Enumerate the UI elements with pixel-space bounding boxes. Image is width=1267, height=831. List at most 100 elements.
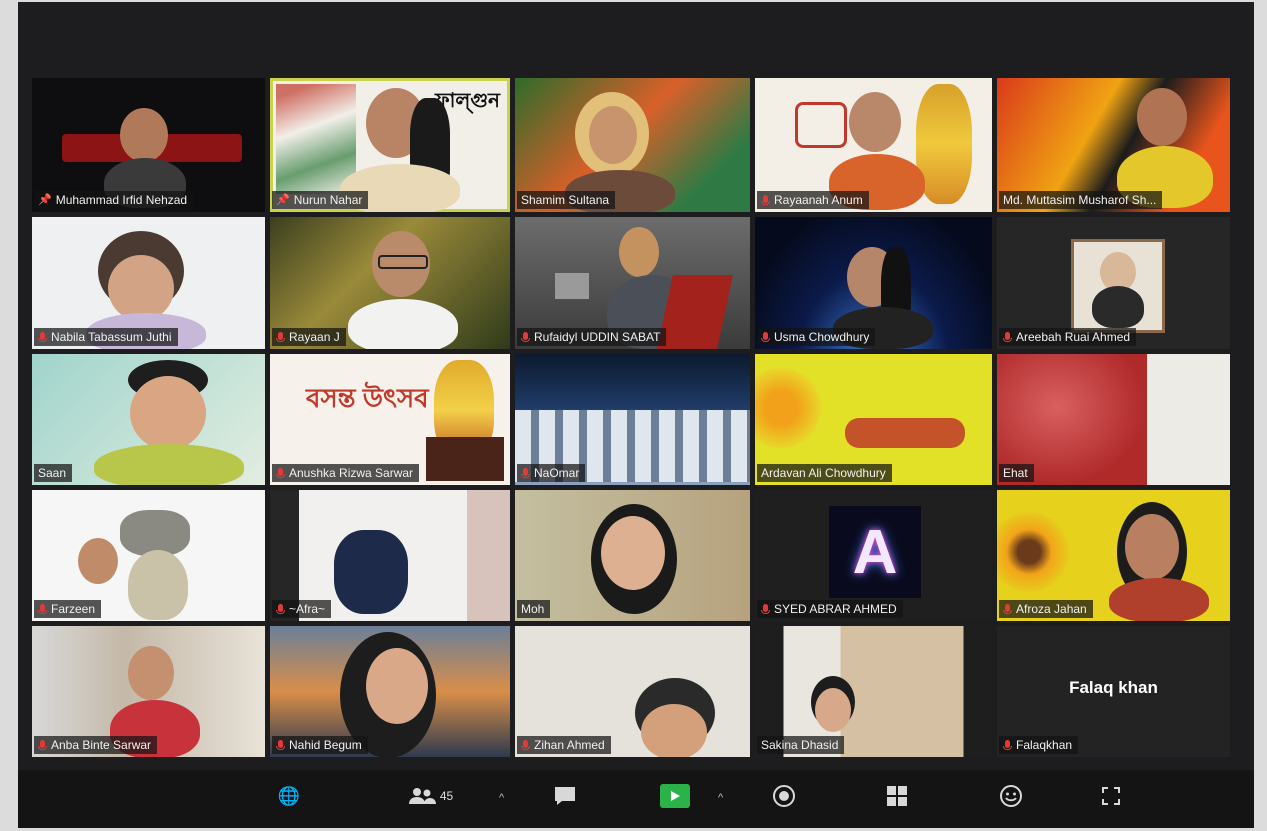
video-tile[interactable]: Rayaan J [270,217,510,349]
participant-nameplate: Rayaanah Anum [757,191,869,209]
muted-mic-icon [521,739,530,751]
muted-mic-icon [1003,603,1012,615]
participant-nameplate: Anba Binte Sarwar [34,736,158,754]
participants-count: 45 [439,789,454,803]
banner-decor [845,418,965,448]
video-tile[interactable]: 📌 Muhammad Irfid Nehzad [32,78,265,212]
participant-nameplate: Nahid Begum [272,736,368,754]
video-tile[interactable]: বসন্ত উৎসব Anushka Rizwa Sarwar [270,354,510,485]
video-tile[interactable]: Sakina Dhasid [755,626,992,757]
participant-head [120,108,168,162]
participant-body [348,299,458,349]
participant-head [78,538,118,584]
avatar-letter: A [852,517,898,587]
video-tile[interactable]: Saan [32,354,265,485]
participant-nameplate: Rayaan J [272,328,346,346]
participant-nameplate: ~Afra~ [272,600,332,618]
profile-picture [1071,239,1165,333]
fullscreen-button[interactable] [1098,784,1124,808]
muted-mic-icon [276,603,285,615]
participant-display-name: Falaq khan [1069,678,1158,697]
participant-head [128,646,174,700]
participant-nameplate: NaOmar [517,464,586,482]
participant-head [641,704,707,757]
participant-nameplate: Farzeen [34,600,102,618]
participant-nameplate: Moh [517,600,551,618]
floral-decor [276,84,356,194]
security-button[interactable]: 🌐 [276,784,302,808]
video-tile[interactable]: A SYED ABRAR AHMED [755,490,992,621]
participant-head [815,688,851,732]
participant-nameplate: Ehat [999,464,1034,482]
reactions-button[interactable] [998,784,1024,808]
globe-icon: 🌐 [277,785,301,806]
video-tile[interactable]: Rayaanah Anum [755,78,992,212]
participant-nameplate: Rufaidyl UDDIN SABAT [517,328,667,346]
participants-icon: 45 [402,784,458,808]
participant-body [94,444,244,485]
participant-nameplate: Anushka Rizwa Sarwar [272,464,420,482]
muted-mic-icon [761,331,770,343]
muted-mic-icon [276,739,285,751]
raccoon-body-decor [128,550,188,620]
muted-mic-icon [38,739,47,751]
hair [334,530,408,614]
participant-head [619,227,659,277]
record-button[interactable] [771,784,797,808]
participant-nameplate: Zihan Ahmed [517,736,611,754]
participant-nameplate: Saan [34,464,73,482]
video-tile[interactable]: Zihan Ahmed [515,626,750,757]
video-tile[interactable]: Afroza Jahan [997,490,1230,621]
participants-button[interactable]: 45 [402,784,458,808]
video-tile[interactable]: Anba Binte Sarwar [32,626,265,757]
video-tile[interactable]: Areebah Ruai Ahmed [997,217,1230,349]
participant-nameplate: Nabila Tabassum Juthi [34,328,178,346]
participant-nameplate: Shamim Sultana [517,191,616,209]
participant-nameplate: Areebah Ruai Ahmed [999,328,1137,346]
video-tile[interactable]: Farzeen [32,490,265,621]
muted-mic-icon [38,603,47,615]
participant-body [1109,578,1209,621]
video-tile[interactable]: ~Afra~ [270,490,510,621]
participant-nameplate: Falaqkhan [999,736,1079,754]
video-tile[interactable]: NaOmar [515,354,750,485]
glasses [378,255,428,269]
participants-options-caret[interactable]: ^ [499,792,504,804]
share-screen-options-caret[interactable]: ^ [718,792,723,804]
participant-nameplate: 📌 Nurun Nahar [272,191,369,209]
video-tile[interactable]: Moh [515,490,750,621]
participant-head [130,376,206,450]
participant-nameplate: Md. Muttasim Musharof Sh... [999,191,1163,209]
video-tile[interactable]: Usma Chowdhury [755,217,992,349]
video-tile-camera-off[interactable]: Falaq khan Falaqkhan [997,626,1230,757]
video-tile[interactable]: Nahid Begum [270,626,510,757]
participant-nameplate: Usma Chowdhury [757,328,876,346]
video-tile[interactable]: Shamim Sultana [515,78,750,212]
video-tile[interactable]: Ardavan Ali Chowdhury [755,354,992,485]
video-tile[interactable]: Ehat [997,354,1230,485]
participant-head [601,516,665,590]
participant-head [108,255,174,321]
video-tile[interactable]: Nabila Tabassum Juthi [32,217,265,349]
share-screen-button[interactable] [660,784,690,808]
muted-mic-icon [38,331,47,343]
hammer [555,273,589,299]
muted-mic-icon [276,467,285,479]
share-screen-icon [660,784,690,808]
breakout-rooms-button[interactable] [884,784,910,808]
self-view-thumbnail [426,437,504,481]
sunflower-decor [755,368,821,448]
muted-mic-icon [521,467,530,479]
video-tile-active-speaker[interactable]: ফাল্গুন 📌 Nurun Nahar [270,78,510,212]
banner-decor [795,102,847,148]
muted-mic-icon [276,331,285,343]
fullscreen-icon [1098,784,1124,808]
reactions-icon [998,784,1024,808]
muted-mic-icon [761,603,770,615]
chat-button[interactable] [552,784,578,808]
video-tile[interactable]: Md. Muttasim Musharof Sh... [997,78,1230,212]
muted-mic-icon [1003,331,1012,343]
video-tile[interactable]: Rufaidyl UDDIN SABAT [515,217,750,349]
participant-nameplate: Ardavan Ali Chowdhury [757,464,892,482]
participant-nameplate: Sakina Dhasid [757,736,845,754]
